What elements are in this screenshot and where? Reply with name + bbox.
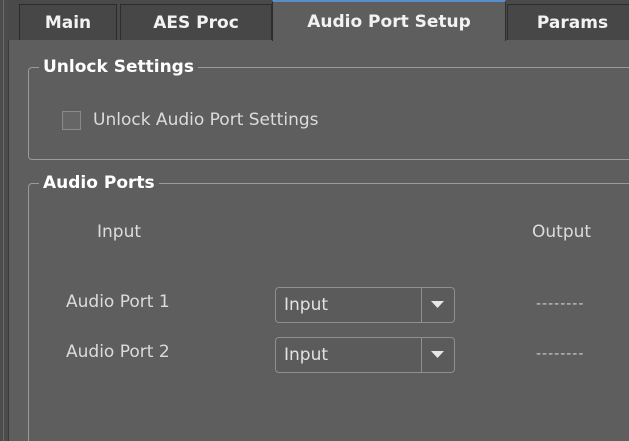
tab-main[interactable]: Main [19, 4, 117, 40]
unlock-audio-port-settings-label: Unlock Audio Port Settings [93, 110, 319, 130]
unlock-settings-title: Unlock Settings [39, 57, 198, 77]
tab-audio-port-setup[interactable]: Audio Port Setup [272, 0, 506, 41]
audio-port-1-mode-select[interactable]: Input [275, 287, 455, 323]
audio-port-1-dropdown-button[interactable] [421, 288, 454, 322]
tab-bar: Main AES Proc Audio Port Setup Params [8, 0, 629, 41]
tab-aes-proc[interactable]: AES Proc [120, 4, 272, 40]
window: Main AES Proc Audio Port Setup Params Un… [0, 0, 629, 441]
audio-port-1-mode-value: Input [284, 295, 329, 315]
audio-ports-title: Audio Ports [39, 173, 159, 193]
tab-params[interactable]: Params [507, 4, 629, 40]
unlock-audio-port-settings-checkbox-row[interactable]: Unlock Audio Port Settings [62, 108, 319, 132]
audio-port-2-mode-select[interactable]: Input [275, 337, 455, 373]
audio-port-2-output: -------- [536, 346, 585, 362]
audio-port-2-label: Audio Port 2 [66, 342, 170, 362]
chevron-down-icon [431, 351, 444, 358]
input-column-header: Input [97, 222, 142, 242]
window-left-edge [0, 0, 9, 441]
chevron-down-icon [431, 301, 444, 308]
audio-port-1-label: Audio Port 1 [66, 292, 170, 312]
unlock-audio-port-settings-checkbox[interactable] [62, 110, 81, 130]
output-column-header: Output [532, 222, 592, 242]
audio-port-2-mode-value: Input [284, 345, 329, 365]
audio-port-1-output: -------- [536, 296, 585, 312]
audio-port-2-dropdown-button[interactable] [421, 338, 454, 372]
